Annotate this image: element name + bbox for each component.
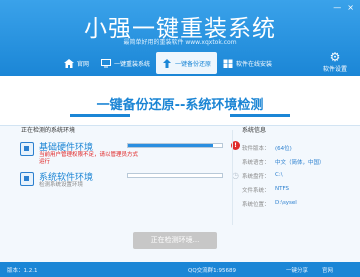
footer: 版本：1.2.1 QQ交流群1:95689 一键分享 官网 xyxy=(0,262,360,277)
sysinfo-label: 系统语言： xyxy=(242,160,270,166)
progress-fill xyxy=(128,144,213,147)
app-window: — × 小强一键重装系统 最简单好用的重装软件 www.xqxtok.com 官… xyxy=(0,0,360,277)
nav-label: 一键重装系统 xyxy=(114,60,151,68)
progress-bar xyxy=(127,143,223,148)
env-row-hardware: 基础硬件环境 当前用户管理权限不足，请以管理员方式运行 ! xyxy=(20,140,240,165)
sysinfo-row: 文件系统： NTFS xyxy=(242,186,352,194)
software-icon xyxy=(223,59,233,68)
hardware-icon xyxy=(20,142,34,156)
nav-label: 官网 xyxy=(77,60,90,68)
divider xyxy=(232,130,233,225)
settings-button[interactable]: ⚙ 软件设置 xyxy=(320,50,350,73)
env-row-software: 系统软件环境 检测系统设置环境 ◷ xyxy=(20,170,239,194)
sysinfo-value: (64位) xyxy=(275,146,292,152)
sysinfo-label: 软件版本： xyxy=(242,146,270,152)
nav-item-backup[interactable]: 一键备份还原 xyxy=(156,52,218,74)
sysinfo-value: 中文（简体，中国） xyxy=(275,160,325,166)
gear-icon: ⚙ xyxy=(329,50,341,64)
monitor-icon xyxy=(101,58,112,67)
header: — × 小强一键重装系统 最简单好用的重装软件 www.xqxtok.com 官… xyxy=(0,0,360,76)
sysinfo-label: 文件系统： xyxy=(242,188,270,194)
main-nav: 官网 一键重装系统 一键备份还原 软件在线安装 xyxy=(58,50,278,76)
sysinfo-row: 系统盘符： C:\ xyxy=(242,172,352,180)
version-label: 版本：1.2.1 xyxy=(7,268,38,274)
nav-item-software[interactable]: 软件在线安装 xyxy=(217,52,278,74)
nav-item-reinstall[interactable]: 一键重装系统 xyxy=(95,52,156,74)
sysinfo-header: 系统信息 xyxy=(242,127,267,134)
nav-label: 软件在线安装 xyxy=(236,60,273,68)
site-link[interactable]: 官网 xyxy=(322,266,333,274)
settings-label: 软件设置 xyxy=(322,66,347,73)
banner-underline-left xyxy=(70,114,130,117)
env-desc: 检测系统设置环境 xyxy=(39,182,84,188)
section-banner: 一键备份还原--系统环境检测 xyxy=(0,76,360,126)
qq-group-link[interactable]: QQ交流群1:95689 xyxy=(188,266,236,274)
software-env-icon xyxy=(20,172,34,186)
home-icon xyxy=(64,58,74,68)
backup-icon xyxy=(163,58,172,68)
nav-label: 一键备份还原 xyxy=(175,60,212,68)
detect-button[interactable]: 正在检测环境... xyxy=(133,232,217,249)
nav-item-home[interactable]: 官网 xyxy=(58,52,95,74)
sysinfo-label: 系统位置： xyxy=(242,202,270,208)
checking-header: 正在检测的系统环境 xyxy=(21,127,76,134)
app-subtitle: 最简单好用的重装软件 www.xqxtok.com xyxy=(123,39,237,46)
share-link[interactable]: 一键分享 xyxy=(286,266,308,274)
pending-icon: ◷ xyxy=(232,171,239,180)
sysinfo-value: C:\ xyxy=(275,172,283,178)
sysinfo-value: D:\sysel xyxy=(275,200,297,206)
sysinfo-row: 软件版本： (64位) xyxy=(242,144,352,152)
page-title: 一键备份还原--系统环境检测 xyxy=(96,98,264,113)
sysinfo-value: NTFS xyxy=(275,186,290,192)
env-desc: 当前用户管理权限不足，请以管理员方式运行 xyxy=(39,152,139,165)
progress-bar xyxy=(127,173,223,178)
sysinfo-row: 系统位置： D:\sysel xyxy=(242,200,352,208)
sysinfo-row: 系统语言： 中文（简体，中国） xyxy=(242,158,352,166)
banner-underline-right xyxy=(230,114,290,117)
sysinfo-label: 系统盘符： xyxy=(242,174,270,180)
